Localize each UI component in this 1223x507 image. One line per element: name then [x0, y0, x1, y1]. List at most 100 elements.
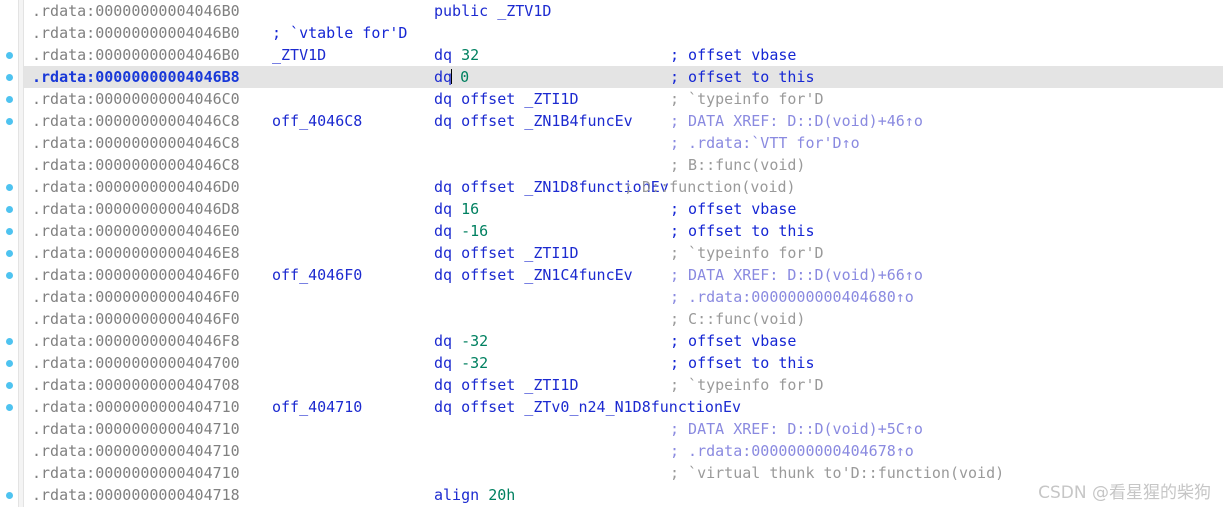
address-cell[interactable]: .rdata:00000000004046F0	[32, 286, 240, 308]
symbol-label[interactable]: off_4046F0	[272, 264, 362, 286]
gutter-marker-dot[interactable]	[6, 338, 13, 345]
instruction-cell[interactable]: dq offset _ZN1C4funcEv	[434, 264, 633, 286]
operand-number[interactable]: -16	[461, 222, 488, 240]
gutter-marker-dot[interactable]	[6, 74, 13, 81]
disassembly-row[interactable]: .rdata:0000000000404708 dq offset _ZTI1D;…	[0, 374, 1223, 396]
instruction-text[interactable]: public _ZTV1D	[434, 2, 551, 20]
address-cell[interactable]: .rdata:00000000004046E0	[32, 220, 240, 242]
symbol-label[interactable]: _ZTV1D	[272, 44, 326, 66]
instruction-cell[interactable]: dq 16	[434, 198, 479, 220]
comment-cell[interactable]: ; .rdata:0000000000404678↑o	[670, 440, 914, 462]
comment-cell[interactable]: ; C::func(void)	[670, 308, 805, 330]
operand-number[interactable]: 16	[461, 200, 479, 218]
address-cell[interactable]: .rdata:00000000004046B0	[32, 0, 240, 22]
disassembly-row[interactable]: .rdata:0000000000404710 ; .rdata:00000000…	[0, 440, 1223, 462]
gutter-marker-dot[interactable]	[6, 360, 13, 367]
comment-cell[interactable]: ; `typeinfo for'D	[670, 88, 824, 110]
instruction-text[interactable]: dq offset _ZN1C4funcEv	[434, 266, 633, 284]
address-cell[interactable]: .rdata:00000000004046D8	[32, 198, 240, 220]
disassembly-view[interactable]: .rdata:00000000004046B0 public _ZTV1D .rda…	[0, 0, 1223, 507]
instruction-cell[interactable]: dq -32	[434, 330, 488, 352]
address-cell[interactable]: .rdata:0000000000404718	[32, 484, 240, 506]
instruction-cell[interactable]: dq -32	[434, 352, 488, 374]
comment-cell[interactable]: ; `typeinfo for'D	[670, 242, 824, 264]
disassembly-row[interactable]: .rdata:00000000004046D0 dq offset _ZN1D8f…	[0, 176, 1223, 198]
disassembly-row[interactable]: .rdata:00000000004046F8 dq -32 ; offset vb…	[0, 330, 1223, 352]
instruction-cell[interactable]: dq offset _ZN1B4funcEv	[434, 110, 633, 132]
address-cell[interactable]: .rdata:00000000004046C8	[32, 154, 240, 176]
instruction-cell[interactable]: align 20h	[434, 484, 515, 506]
disassembly-row[interactable]: .rdata:00000000004046D8 dq 16 ; offset vba…	[0, 198, 1223, 220]
operand-number[interactable]: -32	[461, 332, 488, 350]
instruction-cell[interactable]: dq offset _ZTv0_n24_N1D8functionEv	[434, 396, 741, 418]
disassembly-row[interactable]: .rdata:0000000000404710 ; DATA XREF: D::D…	[0, 418, 1223, 440]
disassembly-row[interactable]: .rdata:00000000004046F0 off_4046F0 dq offs…	[0, 264, 1223, 286]
disassembly-row[interactable]: .rdata:0000000000404700 dq -32 ; offset to…	[0, 352, 1223, 374]
disassembly-rows[interactable]: .rdata:00000000004046B0 public _ZTV1D .rda…	[0, 0, 1223, 507]
instruction-text[interactable]: dq offset _ZTI1D	[434, 244, 579, 262]
gutter-marker-dot[interactable]	[6, 382, 13, 389]
address-cell[interactable]: .rdata:00000000004046F8	[32, 330, 240, 352]
address-cell[interactable]: .rdata:00000000004046C8	[32, 110, 240, 132]
instruction-cell[interactable]: public _ZTV1D	[434, 0, 551, 22]
disassembly-row[interactable]: .rdata:00000000004046E8 dq offset _ZTI1D;…	[0, 242, 1223, 264]
disassembly-row[interactable]: .rdata:00000000004046F0 ; C::func(void)	[0, 308, 1223, 330]
comment-cell[interactable]: ; offset vbase	[670, 330, 796, 352]
gutter-marker-dot[interactable]	[6, 492, 13, 499]
comment-cell[interactable]: ; .rdata:0000000000404680↑o	[670, 286, 914, 308]
address-cell[interactable]: .rdata:0000000000404708	[32, 374, 240, 396]
address-cell[interactable]: .rdata:00000000004046F0	[32, 264, 240, 286]
address-cell[interactable]: .rdata:0000000000404700	[32, 352, 240, 374]
operand-number[interactable]: -32	[461, 354, 488, 372]
instruction-cell[interactable]: dq offset _ZTI1D	[434, 88, 579, 110]
address-cell[interactable]: .rdata:00000000004046B0	[32, 44, 240, 66]
operand-number[interactable]: 20h	[488, 486, 515, 504]
instruction-cell[interactable]: dq offset _ZTI1D	[434, 374, 579, 396]
gutter-marker-dot[interactable]	[6, 118, 13, 125]
gutter-marker-dot[interactable]	[6, 272, 13, 279]
comment-cell[interactable]: ; DATA XREF: D::D(void)+46↑o	[670, 110, 923, 132]
disassembly-row[interactable]: .rdata:00000000004046C0 dq offset _ZTI1D;…	[0, 88, 1223, 110]
instruction-cell[interactable]: dq 32	[434, 44, 479, 66]
disassembly-row[interactable]: .rdata:00000000004046C8 ; B::func(void)	[0, 154, 1223, 176]
disassembly-row[interactable]: .rdata:00000000004046F0 ; .rdata:00000000…	[0, 286, 1223, 308]
gutter-marker-dot[interactable]	[6, 250, 13, 257]
instruction-cell[interactable]: dq -16	[434, 220, 488, 242]
gutter-marker-dot[interactable]	[6, 96, 13, 103]
instruction-text[interactable]: dq offset _ZTv0_n24_N1D8functionEv	[434, 398, 741, 416]
comment-cell[interactable]: ; offset vbase	[670, 44, 796, 66]
gutter-marker-dot[interactable]	[6, 206, 13, 213]
inline-comment[interactable]: ; `vtable for'D	[272, 22, 407, 44]
address-cell[interactable]: .rdata:00000000004046C8	[32, 132, 240, 154]
disassembly-row[interactable]: .rdata:00000000004046B0 ; `vtable for'D	[0, 22, 1223, 44]
gutter-marker-dot[interactable]	[6, 228, 13, 235]
address-cell[interactable]: .rdata:00000000004046B8	[32, 66, 240, 88]
instruction-cell[interactable]: dq offset _ZTI1D	[434, 242, 579, 264]
address-cell[interactable]: .rdata:0000000000404710	[32, 440, 240, 462]
comment-cell[interactable]: ; offset to this	[670, 220, 815, 242]
instruction-text[interactable]: dq offset _ZTI1D	[434, 376, 579, 394]
address-cell[interactable]: .rdata:00000000004046C0	[32, 88, 240, 110]
gutter-marker-dot[interactable]	[6, 184, 13, 191]
address-cell[interactable]: .rdata:00000000004046F0	[32, 308, 240, 330]
address-cell[interactable]: .rdata:0000000000404710	[32, 396, 240, 418]
comment-cell[interactable]: ; .rdata:`VTT for'D↑o	[670, 132, 860, 154]
address-cell[interactable]: .rdata:00000000004046E8	[32, 242, 240, 264]
symbol-label[interactable]: off_404710	[272, 396, 362, 418]
symbol-label[interactable]: off_4046C8	[272, 110, 362, 132]
gutter-marker-dot[interactable]	[6, 404, 13, 411]
comment-cell[interactable]: ; offset to this	[670, 66, 815, 88]
comment-cell[interactable]: ; DATA XREF: D::D(void)+66↑o	[670, 264, 923, 286]
operand-number[interactable]: 32	[461, 46, 479, 64]
comment-cell[interactable]: ; offset vbase	[670, 198, 796, 220]
comment-cell[interactable]: ; DATA XREF: D::D(void)+5C↑o	[670, 418, 923, 440]
address-cell[interactable]: .rdata:00000000004046D0	[32, 176, 240, 198]
instruction-text[interactable]: dq offset _ZTI1D	[434, 90, 579, 108]
disassembly-row[interactable]: .rdata:0000000000404710 off_404710 dq offs…	[0, 396, 1223, 418]
disassembly-row[interactable]: .rdata:00000000004046B0 public _ZTV1D	[0, 0, 1223, 22]
address-cell[interactable]: .rdata:00000000004046B0	[32, 22, 240, 44]
comment-cell[interactable]: ; `typeinfo for'D	[670, 374, 824, 396]
comment-cell[interactable]: ; `virtual thunk to'D::function(void)	[670, 462, 1004, 484]
address-cell[interactable]: .rdata:0000000000404710	[32, 418, 240, 440]
address-cell[interactable]: .rdata:0000000000404710	[32, 462, 240, 484]
